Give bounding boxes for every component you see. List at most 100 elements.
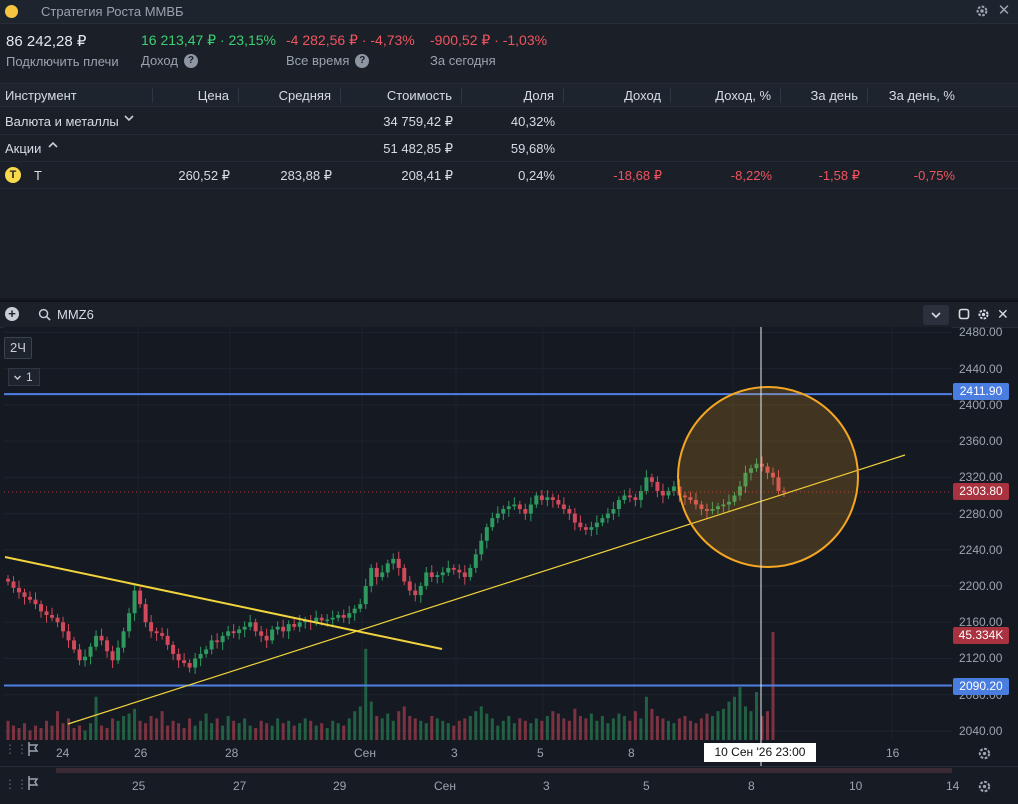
y-tick: 2360.00	[959, 434, 1003, 449]
help-icon[interactable]: ?	[355, 53, 370, 68]
col-instrument[interactable]: Инструмент	[5, 88, 153, 103]
level-tag-upper: 2411.90	[953, 383, 1009, 400]
chart-toolbar: + MMZ6 ✕	[0, 302, 1018, 328]
crosshair-time-tag: 10 Сен '26 23:00	[704, 743, 816, 762]
settings-icon[interactable]	[976, 778, 992, 794]
row-day: -1,58 ₽	[818, 168, 860, 183]
settings-icon[interactable]	[976, 745, 992, 761]
y-tick: 2120.00	[959, 651, 1003, 666]
nav-tick: 29	[333, 779, 347, 793]
nav-tick: 10	[849, 779, 863, 793]
portfolio-titlebar: Стратегия Роста ММВБ ✕	[0, 0, 1018, 24]
group-row-stocks[interactable]: Акции 51 482,85 ₽ 59,68%	[0, 135, 1018, 162]
t-bank-logo: Т	[5, 167, 21, 183]
window-icon[interactable]	[957, 307, 971, 321]
row-avg: 283,88 ₽	[280, 168, 332, 183]
close-icon[interactable]: ✕	[996, 3, 1012, 19]
y-tick: 2240.00	[959, 542, 1003, 557]
group-name: Валюта и металлы	[5, 114, 119, 129]
col-share[interactable]: Доля	[463, 88, 564, 103]
y-tick: 2280.00	[959, 506, 1003, 521]
chevron-up-icon[interactable]	[47, 139, 59, 154]
y-tick: 2440.00	[959, 361, 1003, 376]
nav-tick: 8	[748, 779, 755, 793]
nav-tick: 27	[233, 779, 247, 793]
today-label: За сегодня	[430, 53, 496, 68]
y-tick: 2200.00	[959, 579, 1003, 594]
table-row[interactable]: Т T 260,52 ₽ 283,88 ₽ 208,41 ₽ 0,24% -18…	[0, 162, 1018, 189]
level-tag-lower: 2090.20	[953, 678, 1009, 695]
navigator-axis: 25 27 29 Сен 3 5 8 10 14	[56, 775, 959, 795]
row-share: 0,24%	[518, 168, 555, 183]
total-value-block: 86 242,28 ₽ Подключить плечи	[6, 32, 119, 69]
drag-handle-icon[interactable]: ⋮⋮	[4, 742, 28, 756]
group-name: Акции	[5, 141, 42, 156]
row-price: 260,52 ₽	[178, 168, 230, 183]
portfolio-panel: Стратегия Роста ММВБ ✕ 86 242,28 ₽ Подкл…	[0, 0, 1018, 298]
chevron-down-icon[interactable]	[923, 305, 949, 325]
x-tick: 5	[537, 746, 544, 760]
last-price-tag: 2303.80	[953, 483, 1009, 500]
today-block: -900,52 ₽ · -1,03% За сегодня	[430, 32, 547, 68]
nav-tick: 3	[543, 779, 550, 793]
x-tick: Сен	[354, 746, 376, 760]
nav-tick: 14	[946, 779, 960, 793]
total-value: 86 242,28 ₽	[6, 33, 87, 50]
alltime-label: Все время	[286, 53, 350, 68]
today-value: -900,52 ₽ · -1,03%	[430, 32, 548, 48]
y-tick: 2480.00	[959, 325, 1003, 340]
indicator-toggle[interactable]: 1	[8, 368, 40, 386]
col-price[interactable]: Цена	[155, 88, 239, 103]
x-tick: 26	[134, 746, 148, 760]
alltime-block: -4 282,56 ₽ · -4,73% Все время?	[286, 32, 415, 68]
chevron-down-icon[interactable]	[123, 112, 135, 127]
row-income: -18,68 ₽	[613, 168, 662, 183]
col-day-pct[interactable]: За день, %	[869, 88, 963, 103]
chevron-down-icon[interactable]	[13, 373, 22, 382]
col-avg[interactable]: Средняя	[240, 88, 341, 103]
close-icon[interactable]: ✕	[997, 307, 1011, 321]
x-tick: 3	[451, 746, 458, 760]
alltime-value: -4 282,56 ₽ · -4,73%	[286, 32, 415, 48]
drag-handle-icon[interactable]: ⋮⋮	[4, 777, 28, 791]
gear-icon[interactable]	[974, 3, 990, 19]
row-ticker: T	[34, 168, 42, 183]
portfolio-color-dot[interactable]	[5, 5, 18, 18]
col-income[interactable]: Доход	[565, 88, 671, 103]
income-label: Доход	[141, 53, 178, 68]
portfolio-title: Стратегия Роста ММВБ	[41, 4, 184, 19]
x-tick: 8	[628, 746, 635, 760]
navigator-preview	[56, 768, 952, 773]
row-cost: 208,41 ₽	[401, 168, 453, 183]
volume-tag: 45.334K	[953, 627, 1009, 644]
portfolio-summary: 86 242,28 ₽ Подключить плечи 16 213,47 ₽…	[0, 32, 1018, 76]
ticker-search[interactable]: MMZ6	[57, 307, 94, 322]
navigator-strip[interactable]: ⋮⋮ 25 27 29 Сен 3 5 8 10 14	[0, 766, 1018, 804]
nav-tick: 25	[132, 779, 146, 793]
group-row-currency[interactable]: Валюта и металлы 34 759,42 ₽ 40,32%	[0, 108, 1018, 135]
x-tick: 16	[886, 746, 900, 760]
help-icon[interactable]: ?	[183, 53, 198, 68]
timeframe-button[interactable]: 2Ч	[4, 337, 32, 359]
col-cost[interactable]: Стоимость	[342, 88, 462, 103]
group-share: 40,32%	[510, 114, 555, 129]
chart-panel: + MMZ6 ✕	[0, 300, 1018, 804]
y-tick: 2040.00	[959, 723, 1003, 738]
col-day[interactable]: За день	[782, 88, 868, 103]
x-tick: 24	[56, 746, 70, 760]
col-income-pct[interactable]: Доход, %	[672, 88, 781, 103]
nav-tick: 5	[643, 779, 650, 793]
search-icon[interactable]	[37, 307, 51, 321]
gear-icon[interactable]	[976, 307, 990, 321]
group-cost: 51 482,85 ₽	[383, 141, 453, 156]
nav-tick: Сен	[434, 779, 456, 793]
x-tick: 28	[225, 746, 239, 760]
timeline-icon[interactable]	[27, 775, 41, 796]
leverage-link[interactable]: Подключить плечи	[6, 54, 119, 69]
timeline-icon[interactable]	[27, 741, 41, 762]
group-cost: 34 759,42 ₽	[383, 114, 453, 129]
row-day-pct: -0,75%	[913, 168, 955, 183]
row-income-pct: -8,22%	[730, 168, 772, 183]
income-block: 16 213,47 ₽ · 23,15% Доход?	[141, 32, 276, 68]
add-icon[interactable]: +	[5, 307, 19, 321]
